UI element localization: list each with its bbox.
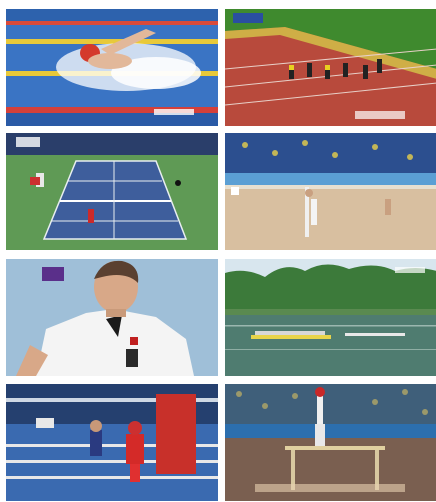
gymnastics-parallel-bars-scene-icon (225, 384, 436, 501)
sprint-race-scene-icon (225, 9, 436, 126)
thumbnail-swimming[interactable] (6, 9, 218, 126)
swimming-scene-icon (6, 9, 218, 126)
thumbnail-rowing[interactable] (225, 259, 436, 376)
rowing-regatta-scene-icon (225, 259, 436, 376)
sports-thumbnail-grid (0, 0, 436, 502)
beach-volleyball-scene-icon (225, 133, 436, 250)
tennis-match-scene-icon (6, 133, 218, 250)
thumbnail-boxing[interactable] (6, 384, 218, 501)
thumbnail-tennis[interactable] (6, 133, 218, 250)
thumbnail-gymnastics[interactable] (225, 384, 436, 501)
thumbnail-sprint[interactable] (225, 9, 436, 126)
thumbnail-athlete-portrait[interactable] (6, 259, 218, 376)
boxing-bout-scene-icon (6, 384, 218, 501)
athlete-portrait-scene-icon (6, 259, 218, 376)
thumbnail-beach-volleyball[interactable] (225, 133, 436, 250)
